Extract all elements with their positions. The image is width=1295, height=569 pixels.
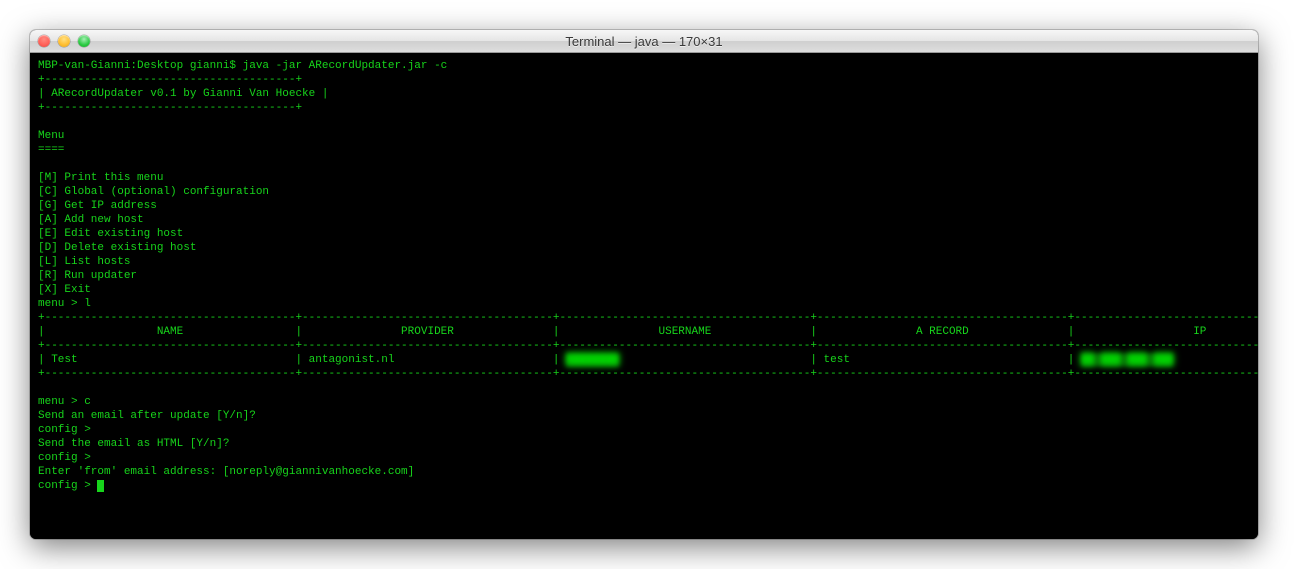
terminal-content[interactable]: MBP-van-Gianni:Desktop gianni$ java -jar… [30, 53, 1258, 539]
window-controls [38, 35, 90, 47]
prompt-line: MBP-van-Gianni:Desktop gianni$ java -jar… [38, 60, 447, 72]
table-border: +--------------------------------------+… [38, 340, 1258, 352]
menu-item: [L] List hosts [38, 256, 130, 268]
menu-item: [C] Global (optional) configuration [38, 186, 269, 198]
box-border-bottom: +--------------------------------------+ [38, 102, 302, 114]
config-prompt: config > [38, 452, 91, 464]
menu-item: [E] Edit existing host [38, 228, 183, 240]
terminal-window: Terminal — java — 170×31 MBP-van-Gianni:… [30, 30, 1258, 539]
redacted-username: ████████ [566, 353, 619, 367]
config-question: Send an email after update [Y/n]? [38, 410, 256, 422]
cursor-icon [97, 480, 104, 492]
box-title: | ARecordUpdater v0.1 by Gianni Van Hoec… [38, 88, 328, 100]
config-prompt: config > [38, 424, 91, 436]
menu-item: [R] Run updater [38, 270, 137, 282]
menu-header: Menu [38, 130, 64, 142]
titlebar: Terminal — java — 170×31 [30, 30, 1258, 53]
box-border-top: +--------------------------------------+ [38, 74, 302, 86]
table-header: | NAME | PROVIDER | USERNAME | A RECORD … [38, 326, 1258, 338]
zoom-icon[interactable] [78, 35, 90, 47]
close-icon[interactable] [38, 35, 50, 47]
config-question: Send the email as HTML [Y/n]? [38, 438, 229, 450]
table-border: +--------------------------------------+… [38, 312, 1258, 324]
window-title: Terminal — java — 170×31 [30, 34, 1258, 49]
config-prompt: config > [38, 480, 97, 492]
menu-underline: ==== [38, 144, 64, 156]
menu-prompt-l: menu > l [38, 298, 91, 310]
config-question: Enter 'from' email address: [noreply@gia… [38, 466, 414, 478]
menu-prompt-c: menu > c [38, 396, 91, 408]
minimize-icon[interactable] [58, 35, 70, 47]
menu-item: [D] Delete existing host [38, 242, 196, 254]
menu-item: [X] Exit [38, 284, 91, 296]
table-border: +--------------------------------------+… [38, 368, 1258, 380]
redacted-ip: ██.███.███.███ [1081, 353, 1173, 367]
menu-item: [G] Get IP address [38, 200, 157, 212]
menu-item: [A] Add new host [38, 214, 144, 226]
table-row: | Test | antagonist.nl | ████████ | test… [38, 354, 1258, 366]
menu-item: [M] Print this menu [38, 172, 163, 184]
